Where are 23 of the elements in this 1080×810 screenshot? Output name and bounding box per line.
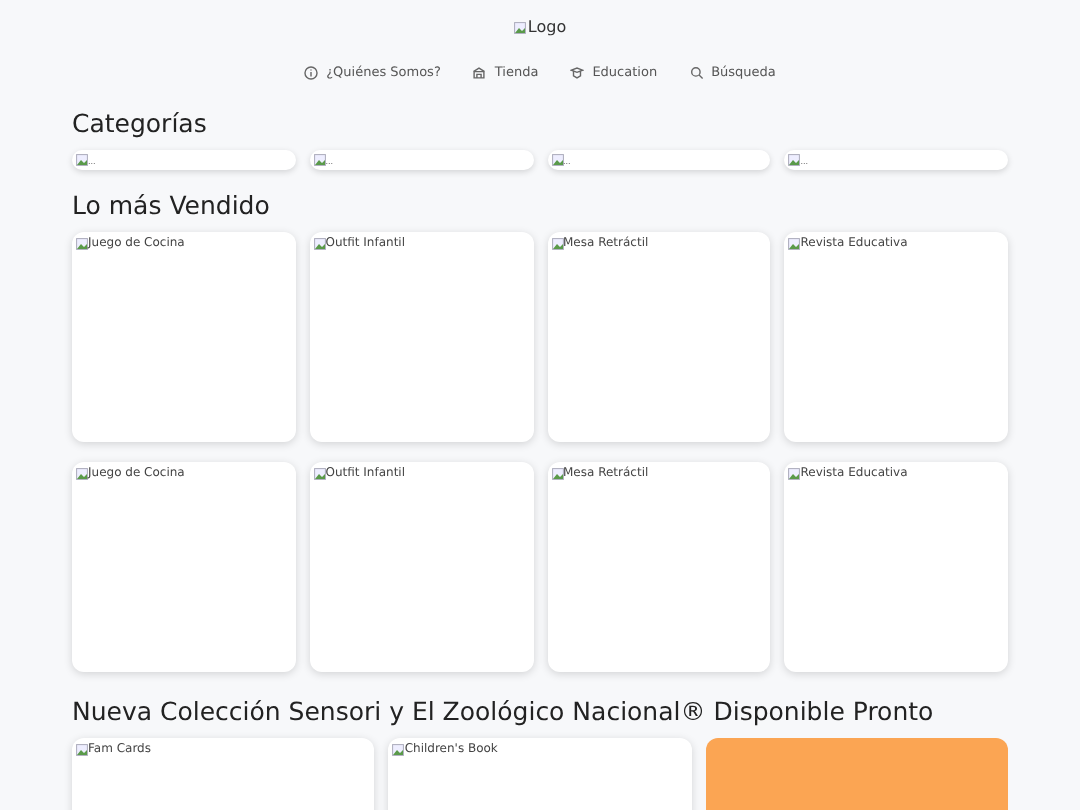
logo-alt-text: Logo bbox=[527, 18, 567, 36]
broken-image-icon bbox=[788, 467, 801, 479]
broken-image-icon bbox=[313, 467, 326, 479]
section-heading: Nueva Colección Sensori y El Zoológico Nacional® Disponible Pronto bbox=[72, 696, 936, 726]
broken-image-icon bbox=[313, 154, 326, 166]
broken-image-icon bbox=[551, 154, 563, 166]
broken-image-icon bbox=[76, 467, 88, 479]
broken-image-icon bbox=[513, 21, 526, 33]
info-icon bbox=[304, 65, 319, 79]
broken-image-icon bbox=[392, 743, 405, 755]
broken-image-icon bbox=[313, 237, 326, 249]
broken-image-icon bbox=[551, 467, 563, 479]
broken-image-icon bbox=[76, 154, 88, 166]
broken-image-icon bbox=[788, 237, 801, 249]
section-heading: Categorías bbox=[72, 108, 209, 138]
broken-image-icon bbox=[551, 237, 563, 249]
broken-image-icon bbox=[76, 743, 88, 755]
broken-image-icon bbox=[788, 154, 801, 166]
search-icon bbox=[689, 65, 704, 79]
section-heading: Lo más Vendido bbox=[72, 190, 272, 220]
store-icon bbox=[472, 65, 487, 79]
broken-image-icon bbox=[76, 237, 88, 249]
book-icon bbox=[570, 65, 585, 79]
